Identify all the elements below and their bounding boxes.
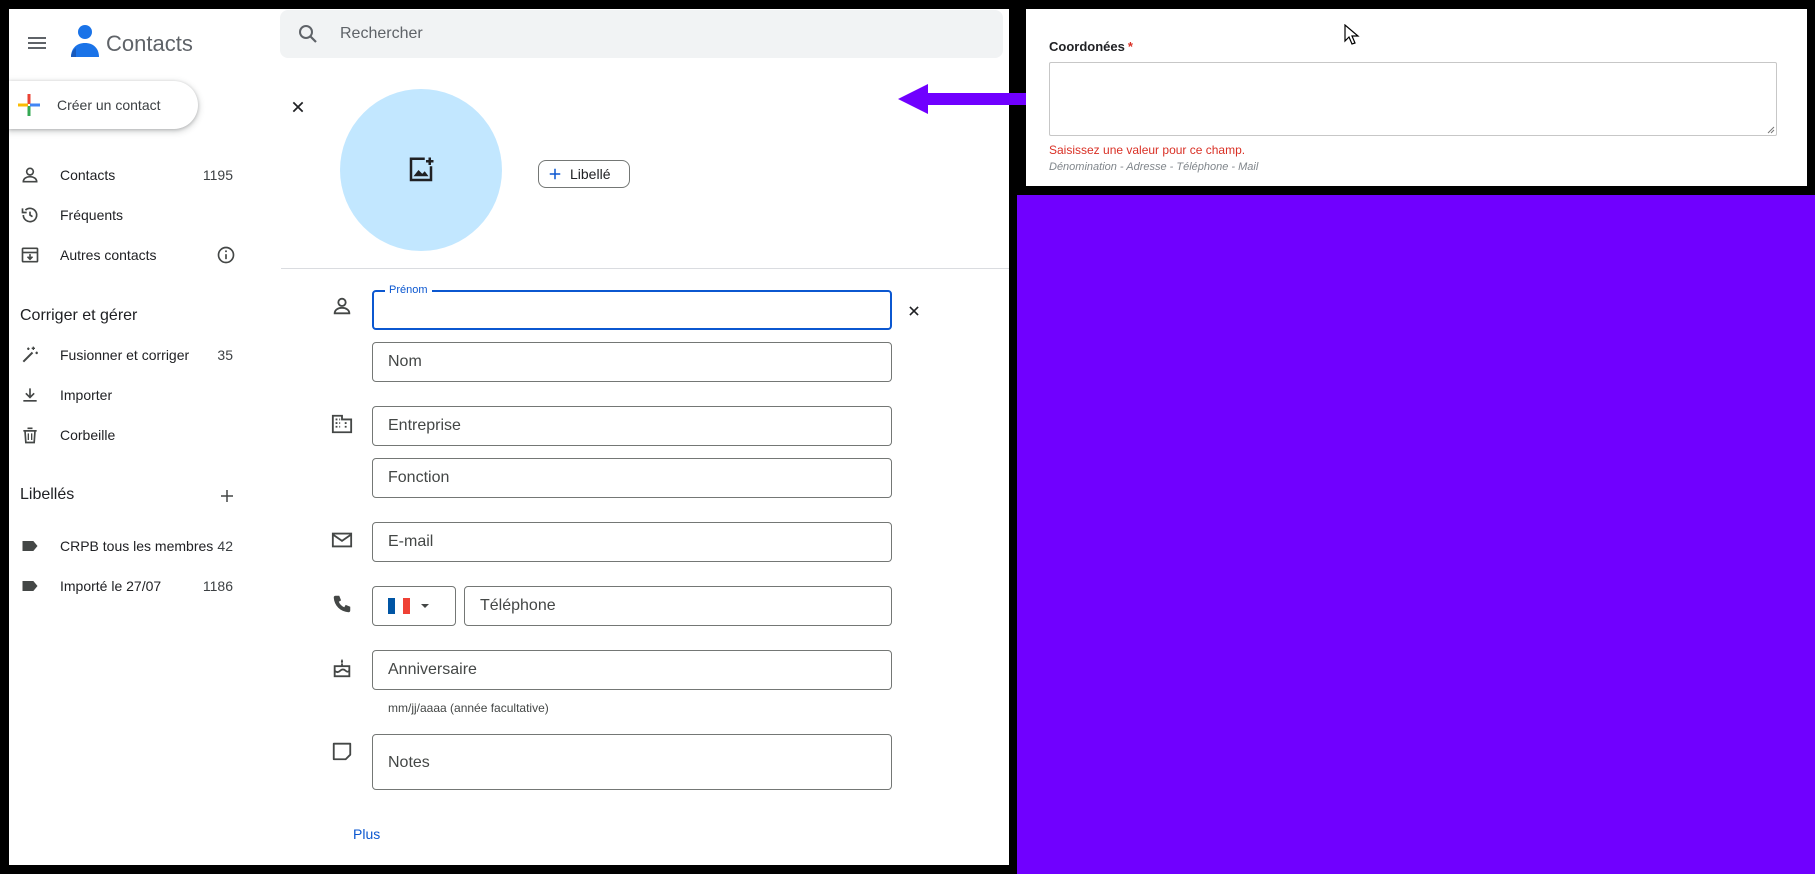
sidebar-item-label: Fréquents — [60, 207, 124, 223]
notes-icon — [331, 740, 355, 764]
add-photo-avatar[interactable] — [340, 89, 502, 251]
add-label-button[interactable] — [215, 484, 239, 508]
phone-icon — [331, 593, 355, 617]
search-icon[interactable] — [296, 22, 320, 46]
cake-birthday-icon — [331, 657, 355, 681]
label-button-text: Libellé — [570, 166, 611, 182]
notes-input[interactable] — [373, 735, 891, 789]
required-asterisk: * — [1127, 39, 1133, 54]
field-hint-text: Dénomination - Adresse - Téléphone - Mai… — [1049, 161, 1259, 173]
job-title-field[interactable] — [372, 458, 892, 498]
contacts-logo-icon — [61, 17, 109, 65]
label-count: 1186 — [202, 578, 233, 594]
form-divider — [281, 268, 1009, 269]
birthday-helper-text: mm/jj/aaaa (année facultative) — [388, 701, 549, 715]
coordinates-form-panel: Coordonées * Saisissez une valeur pour ce… — [1026, 9, 1807, 186]
close-form-button[interactable] — [286, 95, 310, 119]
resize-grip-icon[interactable] — [1765, 124, 1775, 134]
sidebar-item-label: Importé le 27/07 — [60, 578, 162, 594]
person-icon — [20, 165, 40, 185]
merge-count: 35 — [217, 347, 233, 363]
plus-icon — [548, 167, 562, 181]
email-field[interactable] — [372, 522, 892, 562]
sidebar-item-label: CRPB tous les membres — [60, 538, 214, 554]
sidebar-item-frequent[interactable]: Fréquents — [9, 195, 249, 235]
first-name-label: Prénom — [385, 284, 432, 296]
label-count: 42 — [217, 538, 233, 554]
hamburger-menu-icon — [25, 31, 49, 55]
contacts-window: Contacts Créer un contact Contacts 1195 — [9, 9, 1009, 865]
birthday-input[interactable] — [373, 651, 891, 689]
history-icon — [20, 205, 40, 225]
sidebar-item-merge[interactable]: Fusionner et corriger 35 — [9, 335, 249, 375]
sidebar-item-trash[interactable]: Corbeille — [9, 415, 249, 455]
sidebar-item-label-crpb[interactable]: CRPB tous les membres 42 — [9, 526, 249, 566]
coordinates-label-text: Coordonées — [1049, 39, 1125, 54]
last-name-input[interactable] — [373, 343, 891, 381]
purple-annotation-block — [1017, 195, 1815, 874]
person-outline-icon — [331, 295, 355, 319]
caret-down-icon — [420, 601, 430, 611]
create-contact-label: Créer un contact — [57, 97, 161, 113]
contacts-count: 1195 — [202, 167, 233, 183]
sidebar-item-label-imported[interactable]: Importé le 27/07 1186 — [9, 566, 249, 606]
create-contact-button[interactable]: Créer un contact — [9, 81, 198, 129]
search-input[interactable] — [340, 10, 980, 58]
app-title: Contacts — [106, 31, 193, 56]
mail-icon — [331, 529, 355, 553]
magic-wand-icon — [20, 345, 40, 365]
validation-error-text: Saisissez une valeur pour ce champ. — [1049, 143, 1246, 157]
archive-download-icon — [20, 245, 40, 265]
info-icon[interactable] — [216, 245, 236, 270]
birthday-field[interactable] — [372, 650, 892, 690]
manage-section-title: Corriger et gérer — [20, 307, 138, 324]
close-icon — [907, 304, 921, 318]
company-input[interactable] — [373, 407, 891, 445]
first-name-field[interactable]: Prénom — [372, 284, 892, 330]
country-code-select[interactable] — [372, 586, 456, 626]
sidebar-item-label: Corbeille — [60, 427, 116, 443]
main-menu-button[interactable] — [17, 23, 57, 63]
company-building-icon — [331, 413, 355, 437]
sidebar-item-label: Contacts — [60, 167, 116, 183]
plus-icon — [218, 487, 236, 505]
sidebar-item-other-contacts[interactable]: Autres contacts — [9, 235, 249, 275]
notes-field[interactable] — [372, 734, 892, 790]
france-flag-icon — [388, 598, 410, 614]
mouse-cursor-icon — [1344, 24, 1360, 45]
more-fields-link[interactable]: Plus — [353, 826, 380, 842]
add-label-chip-button[interactable]: Libellé — [538, 160, 630, 188]
sidebar-item-import[interactable]: Importer — [9, 375, 249, 415]
close-icon — [290, 99, 306, 115]
top-bar: Contacts — [9, 9, 1009, 73]
job-title-input[interactable] — [373, 459, 891, 497]
label-tag-icon — [20, 536, 40, 556]
download-icon — [20, 385, 40, 405]
sidebar-item-contacts[interactable]: Contacts 1195 — [9, 155, 249, 195]
search-bar[interactable] — [280, 10, 1003, 58]
phone-field[interactable] — [464, 586, 892, 626]
add-photo-icon — [406, 155, 436, 185]
phone-input[interactable] — [465, 587, 891, 625]
sidebar-item-label: Autres contacts — [60, 247, 157, 263]
company-field[interactable] — [372, 406, 892, 446]
coordinates-field-label: Coordonées * — [1049, 39, 1133, 54]
email-input[interactable] — [373, 523, 891, 561]
trash-icon — [20, 425, 40, 445]
clear-first-name-button[interactable] — [902, 299, 926, 323]
labels-section-title: Libellés — [20, 486, 75, 503]
sidebar-item-label: Fusionner et corriger — [60, 347, 190, 363]
coordinates-textarea[interactable] — [1049, 62, 1777, 136]
plus-colored-icon — [17, 93, 41, 117]
sidebar-item-label: Importer — [60, 387, 113, 403]
first-name-input[interactable] — [374, 292, 890, 328]
label-tag-icon — [20, 576, 40, 596]
last-name-field[interactable] — [372, 342, 892, 382]
